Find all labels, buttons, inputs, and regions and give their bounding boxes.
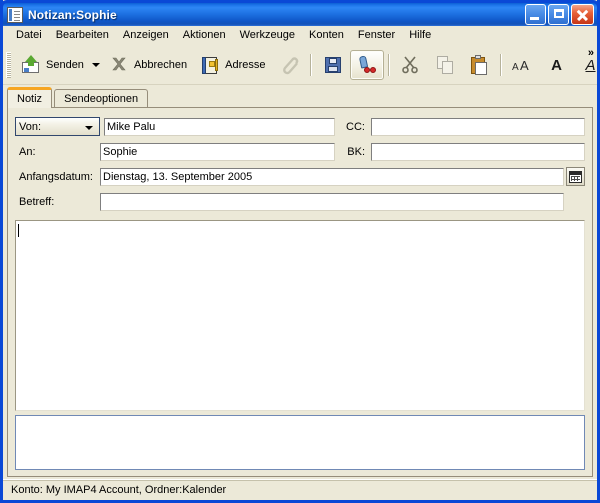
save-button[interactable] (316, 50, 350, 80)
to-row: An: Sophie BK: (15, 139, 585, 164)
subject-row: Betreff: (15, 189, 585, 214)
send-dropdown-button[interactable] (90, 51, 102, 79)
cut-button[interactable] (394, 50, 428, 80)
menu-datei[interactable]: Datei (9, 27, 49, 45)
from-selector[interactable]: Von: (15, 117, 100, 136)
cancel-x-icon (108, 54, 130, 76)
tabstrip: Notiz Sendeoptionen (7, 87, 593, 108)
chevron-down-icon (91, 63, 100, 67)
menu-werkzeuge[interactable]: Werkzeuge (233, 27, 302, 45)
minimize-icon (530, 17, 539, 20)
paste-button[interactable] (462, 50, 496, 80)
chevron-down-icon (85, 126, 93, 130)
toolbar-grip[interactable] (6, 52, 11, 78)
svg-text:A: A (520, 58, 529, 73)
address-book-icon (199, 54, 221, 76)
cancel-button-label: Abbrechen (133, 59, 188, 71)
svg-text:A: A (512, 62, 519, 73)
message-body-editor[interactable] (15, 220, 585, 411)
copy-pages-icon (434, 54, 456, 76)
bold-icon: A (551, 56, 562, 74)
italic-button[interactable]: A (574, 50, 600, 80)
toolbar-separator-2 (387, 54, 390, 76)
statusbar: Konto: My IMAP4 Account, Ordner:Kalender (3, 479, 597, 500)
to-input-value: Sophie (103, 145, 138, 158)
titlebar[interactable]: Notizan:Sophie (0, 0, 600, 26)
statusbar-text: Konto: My IMAP4 Account, Ordner:Kalender (11, 484, 227, 496)
from-row: Von: Mike Palu CC: (15, 114, 585, 139)
tab-sendeoptionen[interactable]: Sendeoptionen (54, 89, 149, 108)
spellcheck-icon (356, 54, 378, 76)
calendar-icon (569, 170, 582, 183)
toolbar: Senden Abbrechen Adresse A A A A » (3, 46, 597, 85)
from-selector-value: Von: (19, 120, 42, 133)
save-floppy-icon (322, 54, 344, 76)
note-compose-window: Notizan:Sophie Datei Bearbeiten Anzeigen… (0, 0, 600, 503)
start-date-label: Anfangsdatum: (19, 170, 93, 183)
menubar: Datei Bearbeiten Anzeigen Aktionen Werkz… (3, 26, 597, 46)
tab-sendeoptionen-label: Sendeoptionen (64, 93, 139, 105)
address-button-label: Adresse (225, 59, 266, 71)
address-button[interactable]: Adresse (193, 50, 271, 80)
bcc-input[interactable] (371, 142, 585, 161)
from-input[interactable]: Mike Palu (104, 117, 335, 136)
to-label: An: (19, 145, 36, 158)
send-envelope-icon (20, 54, 42, 76)
maximize-button[interactable] (548, 4, 569, 25)
spellcheck-button[interactable] (349, 50, 384, 80)
to-input[interactable]: Sophie (100, 142, 335, 161)
note-document-icon (7, 6, 23, 23)
bcc-label: BK: (347, 145, 365, 158)
toolbar-separator-3 (499, 54, 502, 76)
menu-bearbeiten[interactable]: Bearbeiten (49, 27, 116, 45)
font-size-button[interactable]: A A (506, 50, 540, 80)
cc-label: CC: (346, 120, 365, 133)
menu-aktionen[interactable]: Aktionen (176, 27, 233, 45)
start-date-row: Anfangsdatum: Dienstag, 13. September 20… (15, 164, 585, 189)
minimize-button[interactable] (525, 4, 546, 25)
attach-button[interactable] (272, 50, 306, 80)
tab-notiz[interactable]: Notiz (7, 87, 53, 108)
close-button[interactable] (571, 4, 594, 25)
menu-konten[interactable]: Konten (302, 27, 351, 45)
tab-notiz-label: Notiz (17, 93, 43, 105)
menu-fenster[interactable]: Fenster (351, 27, 402, 45)
send-button-label: Senden (46, 59, 84, 71)
compose-form: Von: Mike Palu CC: An: Sophie BK: Anfang… (15, 114, 585, 214)
menu-hilfe[interactable]: Hilfe (402, 27, 438, 45)
attachment-pane[interactable] (15, 415, 585, 470)
clipboard-paste-icon (468, 54, 490, 76)
font-size-icon: A A (512, 54, 534, 76)
subject-input[interactable] (100, 192, 564, 211)
date-picker-button[interactable] (566, 167, 585, 186)
cancel-button[interactable]: Abbrechen (102, 50, 193, 80)
subject-label: Betreff: (19, 195, 55, 208)
start-date-input-value: Dienstag, 13. September 2005 (103, 170, 253, 183)
toolbar-separator-1 (309, 54, 312, 76)
send-button[interactable]: Senden (14, 50, 90, 80)
copy-button[interactable] (428, 50, 462, 80)
toolbar-overflow-button[interactable]: » (588, 48, 594, 59)
maximize-icon (554, 9, 564, 18)
notiz-panel: Von: Mike Palu CC: An: Sophie BK: Anfang… (7, 108, 593, 477)
window-controls (525, 4, 594, 25)
paperclip-icon (278, 54, 300, 76)
window-title: Notizan:Sophie (28, 7, 117, 22)
bold-button[interactable]: A (540, 50, 574, 80)
scissors-icon (400, 54, 422, 76)
start-date-input[interactable]: Dienstag, 13. September 2005 (100, 167, 564, 186)
from-input-value: Mike Palu (107, 120, 156, 133)
cc-input[interactable] (371, 117, 585, 136)
client-area: Notiz Sendeoptionen Von: Mike Palu CC: A… (3, 85, 597, 477)
menu-anzeigen[interactable]: Anzeigen (116, 27, 176, 45)
